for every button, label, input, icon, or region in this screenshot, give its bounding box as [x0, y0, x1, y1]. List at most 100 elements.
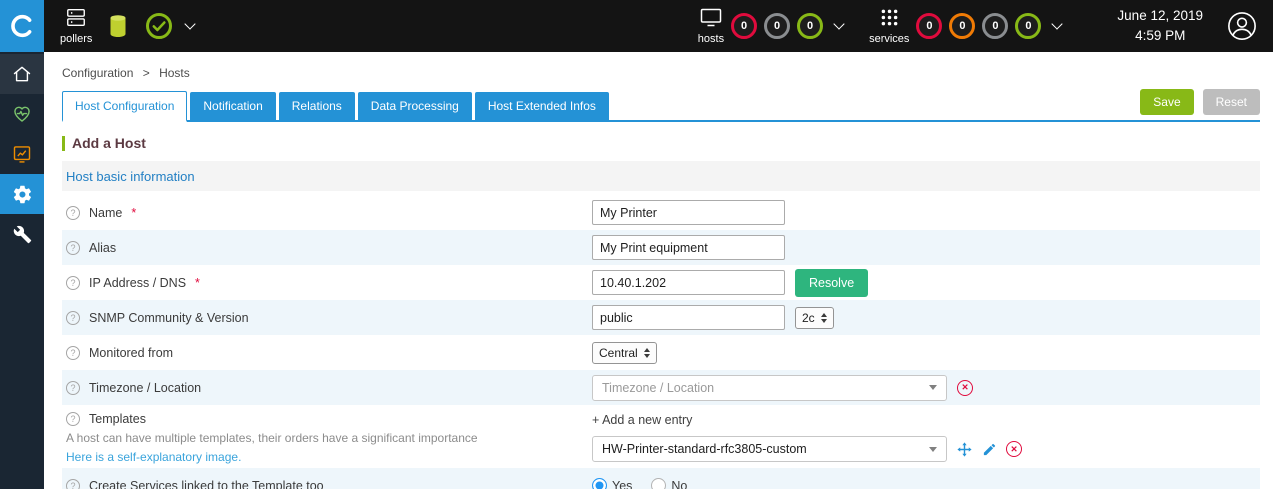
tab-data-processing[interactable]: Data Processing	[357, 92, 472, 120]
required-marker: *	[131, 205, 137, 220]
section-header-text: Host basic information	[66, 168, 195, 184]
help-icon[interactable]: ?	[66, 310, 80, 325]
poller-status-ok-icon[interactable]	[144, 11, 174, 41]
monitored-from-value: Central	[599, 345, 638, 360]
chart-icon	[13, 146, 31, 163]
form-row-ip: ? IP Address / DNS * Resolve	[62, 265, 1260, 300]
alias-label: Alias	[89, 240, 117, 255]
required-marker: *	[195, 275, 200, 290]
sidebar-item-administration[interactable]	[0, 214, 44, 254]
chevron-down-icon[interactable]	[184, 18, 197, 30]
hosts-icon	[699, 7, 723, 31]
radio-no-label: No	[671, 478, 688, 489]
user-menu-button[interactable]	[1227, 11, 1257, 41]
breadcrumb-separator: >	[142, 66, 150, 80]
monitored-from-label: Monitored from	[89, 345, 174, 360]
timezone-label: Timezone / Location	[89, 380, 202, 395]
add-template-entry-link[interactable]: + Add a new entry	[592, 413, 692, 427]
help-icon[interactable]: ?	[66, 240, 80, 255]
monitored-from-select[interactable]: Central	[592, 341, 657, 364]
database-status-icon[interactable]	[106, 13, 130, 39]
tab-relations[interactable]: Relations	[278, 92, 355, 120]
chevron-down-icon[interactable]	[1051, 18, 1064, 30]
heartbeat-icon	[14, 106, 30, 122]
timezone-select[interactable]: Timezone / Location	[592, 374, 947, 401]
self-explanatory-image-link[interactable]: Here is a self-explanatory image.	[66, 450, 241, 464]
chevron-down-icon[interactable]	[833, 18, 845, 30]
alias-input[interactable]	[592, 235, 785, 260]
tab-bar: Host Configuration Notification Relation…	[62, 89, 1260, 122]
radio-selected-icon	[592, 478, 607, 489]
hosts-label: hosts	[697, 33, 725, 45]
form-row-name: ? Name *	[62, 195, 1260, 230]
user-icon	[1228, 12, 1256, 40]
form-row-templates: ? Templates A host can have multiple tem…	[62, 405, 1260, 468]
snmp-label: SNMP Community & Version	[89, 310, 249, 325]
timezone-placeholder: Timezone / Location	[602, 380, 715, 395]
ip-input[interactable]	[592, 270, 785, 295]
radio-no[interactable]: No	[651, 478, 687, 489]
help-icon[interactable]: ?	[66, 275, 80, 290]
help-icon[interactable]: ?	[66, 478, 80, 489]
snmp-version-select[interactable]: 2c	[795, 306, 834, 329]
pollers-icon	[65, 7, 87, 31]
sidebar	[0, 52, 44, 489]
pollers-menu[interactable]: pollers	[60, 7, 92, 45]
home-icon	[13, 66, 31, 82]
template-select[interactable]: HW-Printer-standard-rfc3805-custom	[592, 436, 947, 462]
hosts-down-badge[interactable]: 0	[731, 13, 758, 39]
move-icon[interactable]	[956, 441, 973, 458]
clear-timezone-icon[interactable]: ✕	[957, 379, 973, 396]
select-arrows-icon	[820, 312, 827, 323]
snmp-version-value: 2c	[802, 310, 815, 325]
sidebar-item-reporting[interactable]	[0, 134, 44, 174]
wrench-icon	[13, 225, 31, 243]
tab-host-configuration[interactable]: Host Configuration	[62, 91, 188, 122]
services-unknown-badge[interactable]: 0	[982, 13, 1009, 39]
resolve-button[interactable]: Resolve	[795, 268, 869, 297]
section-header: Host basic information	[62, 161, 1260, 191]
date-text: June 12, 2019	[1117, 8, 1203, 24]
breadcrumb: Configuration > Hosts	[62, 66, 1260, 80]
centreon-c-icon	[11, 14, 32, 38]
templates-label: Templates	[89, 412, 146, 426]
breadcrumb-configuration[interactable]: Configuration	[62, 66, 133, 80]
delete-template-icon[interactable]: ✕	[1006, 441, 1022, 457]
form-row-monitored-from: ? Monitored from Central	[62, 335, 1260, 370]
pollers-label: pollers	[60, 33, 93, 45]
services-ok-badge[interactable]: 0	[1015, 13, 1042, 39]
radio-yes[interactable]: Yes	[592, 478, 632, 489]
edit-icon[interactable]	[982, 442, 997, 457]
help-icon[interactable]: ?	[66, 380, 80, 395]
hosts-menu[interactable]: hosts	[698, 7, 724, 45]
page-title-text: Add a Host	[72, 135, 146, 151]
snmp-community-input[interactable]	[592, 305, 785, 330]
tab-notification[interactable]: Notification	[190, 92, 276, 120]
sidebar-item-monitoring[interactable]	[0, 94, 44, 134]
top-header: pollers hosts 0 0 0 services 0 0 0 0 Jun…	[0, 0, 1273, 52]
host-form: ? Name * ? Alias ? IP Address / DNS *	[62, 195, 1260, 489]
services-critical-badge[interactable]: 0	[916, 13, 943, 39]
select-arrows-icon	[643, 347, 650, 358]
main-content: Configuration > Hosts Host Configuration…	[44, 52, 1273, 489]
services-menu[interactable]: services	[869, 7, 909, 45]
help-icon[interactable]: ?	[66, 412, 80, 426]
gear-icon	[13, 185, 31, 203]
help-icon[interactable]: ?	[66, 345, 80, 360]
tab-host-extended-infos[interactable]: Host Extended Infos	[474, 92, 609, 120]
help-icon[interactable]: ?	[66, 205, 80, 220]
services-warning-badge[interactable]: 0	[949, 13, 976, 39]
breadcrumb-hosts[interactable]: Hosts	[159, 66, 190, 80]
ip-label: IP Address / DNS	[89, 275, 187, 290]
save-button[interactable]: Save	[1140, 89, 1194, 115]
sidebar-item-configuration[interactable]	[0, 174, 44, 214]
templates-help-text: A host can have multiple templates, thei…	[66, 431, 478, 445]
centreon-logo[interactable]	[0, 0, 44, 52]
sidebar-item-home[interactable]	[0, 54, 44, 94]
hosts-up-badge[interactable]: 0	[797, 13, 824, 39]
name-input[interactable]	[592, 200, 785, 225]
hosts-unreachable-badge[interactable]: 0	[764, 13, 791, 39]
datetime: June 12, 2019 4:59 PM	[1117, 6, 1203, 45]
reset-button[interactable]: Reset	[1202, 89, 1260, 115]
form-row-create-services: ? Create Services linked to the Template…	[62, 468, 1260, 489]
